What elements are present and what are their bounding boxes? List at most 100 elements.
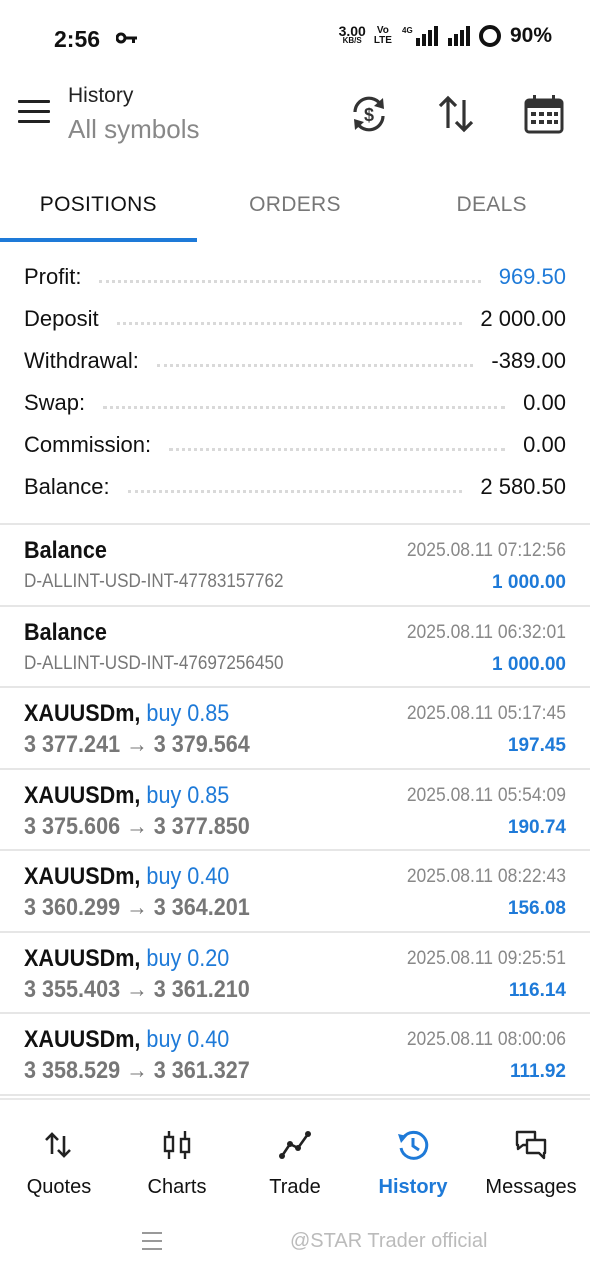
dotted-leader: [116, 321, 463, 325]
summary-label: Swap:: [24, 390, 86, 415]
key-icon: [116, 32, 137, 44]
history-clock-icon: [398, 1130, 429, 1160]
watermark: @STAR Trader official: [290, 1230, 488, 1252]
deal-time: 2025.08.11 06:32:01: [406, 621, 566, 643]
deals-list: Balance D-ALLINT-USD-INT-47783157762 202…: [0, 525, 590, 1096]
deal-title: XAUUSDm, buy 0.85: [24, 700, 230, 727]
battery-percent: 90%: [509, 24, 552, 47]
history-tabs: POSITIONS ORDERS DEALS: [0, 168, 590, 242]
calendar-icon[interactable]: [522, 92, 566, 136]
nav-trade[interactable]: Trade: [236, 1100, 354, 1208]
dotted-leader: [156, 363, 474, 367]
deal-comment: D-ALLINT-USD-INT-47697256450: [24, 652, 284, 674]
summary-value: 969.50: [498, 264, 566, 289]
list-item[interactable]: Balance D-ALLINT-USD-INT-47697256450 202…: [0, 607, 590, 688]
svg-text:$: $: [364, 105, 374, 125]
nav-quotes[interactable]: Quotes: [0, 1100, 118, 1208]
deal-prices: 3 377.241 → 3 379.564: [24, 731, 250, 758]
summary-row-commission: Commission: 0.00: [0, 424, 590, 466]
nav-messages[interactable]: Messages: [472, 1100, 590, 1208]
summary-row-swap: Swap: 0.00: [0, 382, 590, 424]
deal-title: XAUUSDm, buy 0.85: [24, 781, 230, 809]
summary-panel: Profit: 969.50 Deposit 2 000.00 Withdraw…: [0, 256, 590, 508]
nav-label: History: [378, 1176, 448, 1198]
deal-time: 2025.08.11 08:22:43: [406, 866, 566, 887]
nav-history[interactable]: History: [354, 1100, 472, 1208]
summary-value: 2 580.50: [480, 474, 566, 499]
signal-4g-icon: 4G: [402, 26, 438, 46]
deal-title: XAUUSDm, buy 0.40: [24, 863, 230, 890]
network-speed: 3.00 KB/S: [338, 23, 366, 45]
summary-value: 0.00: [523, 390, 566, 415]
candlestick-icon: [163, 1131, 191, 1159]
list-item[interactable]: XAUUSDm, buy 0.40 3 360.299 → 3 364.201 …: [0, 851, 590, 933]
deal-title: Balance: [24, 618, 107, 646]
currency-exchange-icon[interactable]: $: [347, 92, 391, 136]
deal-prices: 3 375.606 → 3 377.850: [24, 812, 250, 840]
deal-title: Balance: [24, 537, 107, 564]
deal-direction: buy 0.40: [146, 863, 230, 890]
deal-time: 2025.08.11 09:25:51: [406, 947, 566, 969]
list-item[interactable]: XAUUSDm, buy 0.20 3 355.403 → 3 361.210 …: [0, 933, 590, 1014]
list-item[interactable]: XAUUSDm, buy 0.85 3 377.241 → 3 379.564 …: [0, 688, 590, 770]
deal-time: 2025.08.11 07:12:56: [406, 540, 566, 561]
deal-prices: 3 358.529 → 3 361.327: [24, 1057, 250, 1084]
summary-value: 0.00: [523, 432, 566, 457]
deal-direction: buy 0.85: [146, 700, 230, 727]
list-item[interactable]: XAUUSDm, buy 0.40 3 358.529 → 3 361.327 …: [0, 1014, 590, 1096]
nav-label: Messages: [485, 1176, 577, 1198]
tab-positions[interactable]: POSITIONS: [0, 168, 197, 242]
dotted-leader: [127, 489, 463, 493]
volte-indicator: Vo LTE: [373, 25, 392, 46]
nav-charts[interactable]: Charts: [118, 1100, 236, 1208]
nav-label: Quotes: [26, 1176, 92, 1198]
tab-deals[interactable]: DEALS: [393, 168, 590, 242]
deal-amount: 111.92: [509, 1061, 566, 1082]
deal-direction: buy 0.85: [146, 781, 230, 809]
menu-icon[interactable]: [18, 100, 50, 126]
deal-prices: 3 355.403 → 3 361.210: [24, 975, 250, 1003]
history-screen: 2:56 3.00 KB/S Vo LTE 4G 90% History All…: [0, 0, 590, 1280]
deal-title: XAUUSDm, buy 0.20: [24, 944, 230, 972]
battery-ring-icon: [478, 25, 501, 47]
chat-bubbles-icon: [515, 1130, 547, 1160]
deal-amount: 156.08: [507, 898, 566, 919]
summary-label: Balance:: [24, 474, 110, 499]
summary-value: 2 000.00: [480, 306, 566, 331]
summary-label: Deposit: [24, 306, 99, 331]
deal-comment: D-ALLINT-USD-INT-47783157762: [24, 571, 284, 592]
deal-time: 2025.08.11 05:54:09: [406, 784, 566, 806]
list-item[interactable]: XAUUSDm, buy 0.85 3 375.606 → 3 377.850 …: [0, 770, 590, 851]
nav-label: Charts: [147, 1176, 207, 1198]
sort-icon[interactable]: [434, 92, 478, 136]
deal-direction: buy 0.40: [146, 1026, 230, 1053]
recents-icon[interactable]: [142, 1232, 162, 1252]
deal-amount: 1 000.00: [492, 653, 566, 675]
summary-value: -389.00: [491, 348, 566, 373]
deal-amount: 197.45: [507, 735, 566, 756]
deal-amount: 1 000.00: [492, 572, 566, 593]
tab-orders[interactable]: ORDERS: [197, 168, 394, 242]
deal-direction: buy 0.20: [146, 944, 230, 972]
deal-amount: 116.14: [508, 979, 566, 1001]
status-icons: 3.00 KB/S Vo LTE 4G 90%: [339, 24, 552, 48]
dotted-leader: [99, 279, 481, 283]
summary-label: Profit:: [24, 264, 82, 289]
bottom-navigation: Quotes Charts Trade History Messages: [0, 1098, 590, 1208]
signal-icon: [447, 26, 470, 46]
summary-row-balance: Balance: 2 580.50: [0, 466, 590, 508]
summary-row-profit: Profit: 969.50: [0, 256, 590, 298]
dotted-leader: [103, 405, 506, 409]
symbol-filter[interactable]: All symbols: [68, 114, 199, 145]
dotted-leader: [169, 447, 506, 451]
status-time: 2:56: [54, 26, 101, 52]
status-bar: 2:56 3.00 KB/S Vo LTE 4G 90%: [0, 0, 590, 76]
page-title: History: [68, 84, 134, 107]
deal-title: XAUUSDm, buy 0.40: [24, 1026, 230, 1053]
trend-line-icon: [279, 1131, 311, 1159]
nav-label: Trade: [269, 1176, 321, 1198]
summary-row-deposit: Deposit 2 000.00: [0, 298, 590, 340]
svg-text:4G: 4G: [402, 26, 413, 35]
list-item[interactable]: Balance D-ALLINT-USD-INT-47783157762 202…: [0, 525, 590, 607]
summary-row-withdrawal: Withdrawal: -389.00: [0, 340, 590, 382]
